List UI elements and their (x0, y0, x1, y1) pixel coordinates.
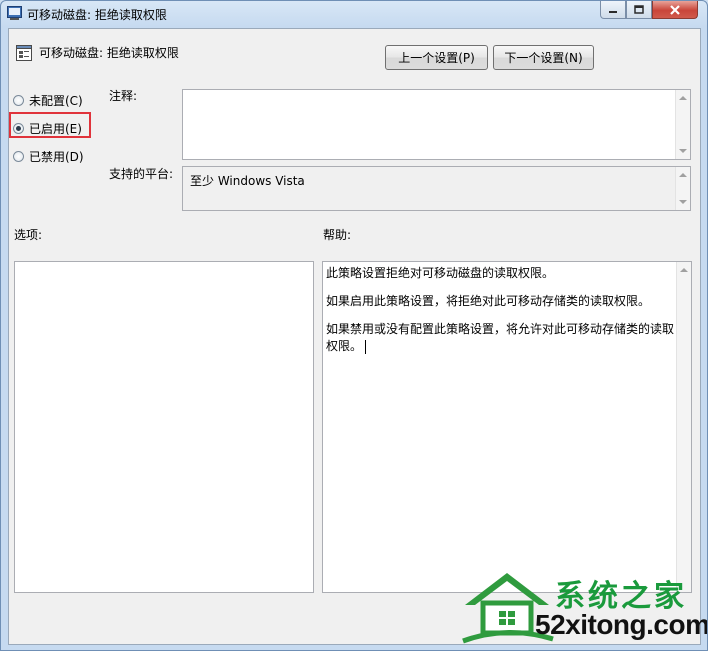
scroll-up-icon[interactable] (680, 268, 688, 272)
policy-title: 可移动磁盘: 拒绝读取权限 (39, 46, 179, 60)
policy-window: 可移动磁盘: 拒绝读取权限 可移动磁盘: 拒绝读取权限 上一个设置(P) 下一个… (0, 0, 708, 651)
close-icon (670, 4, 680, 15)
dialog-client-area: 可移动磁盘: 拒绝读取权限 上一个设置(P) 下一个设置(N) 未配置(C) 已… (8, 28, 707, 646)
comment-scrollbar[interactable] (675, 90, 690, 159)
radio-label: 未配置(C) (29, 94, 83, 108)
site-watermark: 系统之家 52xitong.com (459, 569, 707, 646)
help-paragraph-text: 如果禁用或没有配置此策略设置，将允许对此可移动存储类的读取权限。 (326, 322, 675, 353)
radio-unchecked-icon (13, 151, 24, 162)
help-panel[interactable]: 此策略设置拒绝对可移动磁盘的读取权限。 如果启用此策略设置，将拒绝对此可移动存储… (322, 261, 692, 593)
help-paragraph: 如果启用此策略设置，将拒绝对此可移动存储类的读取权限。 (326, 294, 651, 308)
next-setting-button[interactable]: 下一个设置(N) (493, 45, 594, 70)
maximize-button[interactable] (626, 1, 652, 19)
text-caret (365, 339, 367, 354)
radio-disabled[interactable]: 已禁用(D) (13, 148, 84, 165)
help-paragraph: 此策略设置拒绝对可移动磁盘的读取权限。 (326, 266, 555, 280)
platform-field: 至少 Windows Vista (182, 166, 691, 211)
platform-value: 至少 Windows Vista (190, 174, 305, 188)
radio-label: 已禁用(D) (29, 150, 84, 164)
maximize-icon (634, 5, 644, 14)
scroll-up-icon[interactable] (679, 173, 687, 177)
title-bar[interactable]: 可移动磁盘: 拒绝读取权限 (1, 1, 707, 25)
scroll-down-icon[interactable] (679, 149, 687, 153)
radio-unchecked-icon (13, 95, 24, 106)
options-panel (14, 261, 314, 593)
platform-label: 支持的平台: (109, 167, 174, 181)
scroll-down-icon[interactable] (679, 200, 687, 204)
help-scrollbar[interactable] (676, 262, 691, 592)
scroll-up-icon[interactable] (679, 96, 687, 100)
previous-setting-button[interactable]: 上一个设置(P) (385, 45, 488, 70)
watermark-url: 52xitong.com (535, 609, 708, 640)
minimize-icon (609, 10, 617, 13)
help-paragraph: 如果禁用或没有配置此策略设置，将允许对此可移动存储类的读取权限。 (326, 321, 674, 355)
close-button[interactable] (652, 1, 698, 19)
comment-textarea[interactable] (182, 89, 691, 160)
radio-not-configured[interactable]: 未配置(C) (13, 92, 83, 109)
help-label: 帮助: (323, 228, 352, 242)
help-text: 此策略设置拒绝对可移动磁盘的读取权限。 如果启用此策略设置，将拒绝对此可移动存储… (326, 265, 674, 361)
window-title: 可移动磁盘: 拒绝读取权限 (27, 8, 167, 22)
comment-label: 注释: (109, 89, 138, 103)
platform-scrollbar[interactable] (675, 167, 690, 210)
minimize-button[interactable] (600, 1, 626, 19)
options-label: 选项: (14, 228, 43, 242)
policy-setting-icon (16, 45, 32, 61)
policy-app-icon (7, 6, 22, 20)
enabled-highlight-box (9, 112, 91, 138)
